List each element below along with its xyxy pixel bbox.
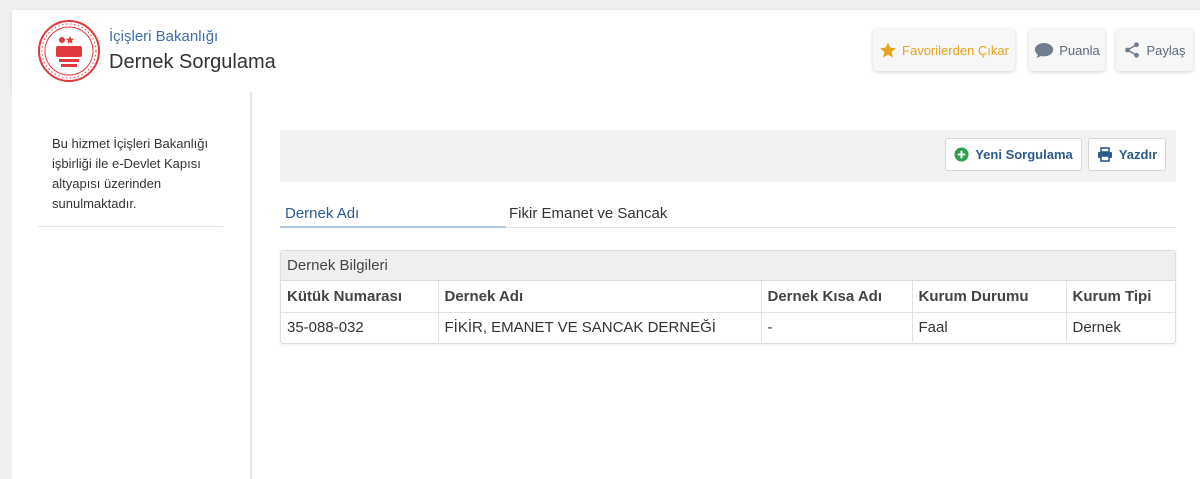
query-field-label-underline [280, 226, 506, 228]
remove-favorite-label: Favorilerden Çıkar [902, 42, 1009, 58]
query-field-label: Dernek Adı [285, 205, 360, 222]
column-header-short-name: Dernek Kısa Adı [761, 281, 913, 313]
share-button[interactable]: Paylaş [1116, 29, 1193, 71]
table-row: 35-088-032 FİKİR, EMANET VE SANCAK DERNE… [281, 312, 1175, 342]
ministry-logo [37, 19, 101, 83]
star-icon [880, 42, 896, 58]
cell-registry-number: 35-088-032 [281, 312, 439, 342]
column-header-registry-number: Kütük Numarası [281, 281, 439, 313]
cell-association-name: FİKİR, EMANET VE SANCAK DERNEĞİ [438, 312, 762, 342]
print-label: Yazdır [1118, 147, 1158, 162]
speech-bubble-icon [1035, 42, 1054, 58]
page: İçişleri Bakanlığı Dernek Sorgulama Favo… [12, 10, 1200, 479]
remove-favorite-button[interactable]: Favorilerden Çıkar [873, 29, 1015, 71]
results-caption: Dernek Bilgileri [281, 251, 1175, 281]
action-toolbar: Yeni Sorgulama Yazdır [280, 130, 1176, 182]
rate-button[interactable]: Puanla [1029, 29, 1105, 71]
column-header-status: Kurum Durumu [912, 281, 1067, 313]
print-button[interactable]: Yazdır [1088, 138, 1166, 171]
share-icon [1125, 42, 1140, 58]
page-title: Dernek Sorgulama [109, 51, 276, 73]
cell-type: Dernek [1072, 318, 1121, 336]
new-query-label: Yeni Sorgulama [975, 147, 1073, 162]
printer-icon [1097, 147, 1112, 162]
results-panel: Dernek Bilgileri Kütük Numarası Dernek A… [280, 250, 1176, 344]
share-label: Paylaş [1146, 42, 1186, 58]
sidebar: Bu hizmet İçişleri Bakanlığı işbirliği i… [12, 92, 250, 479]
query-field-value: Fikir Emanet ve Sancak [509, 205, 668, 222]
query-field-value-underline [506, 227, 1176, 228]
column-header-type: Kurum Tipi [1066, 281, 1175, 313]
sidebar-divider [38, 226, 223, 227]
plus-circle-icon [954, 147, 969, 162]
service-provider-note: Bu hizmet İçişleri Bakanlığı işbirliği i… [52, 136, 209, 211]
table-header-row: Kütük Numarası Dernek Adı Dernek Kısa Ad… [281, 281, 1175, 313]
main-content: Yeni Sorgulama Yazdır Dernek Adı Fikir E… [252, 92, 1200, 479]
cell-short-name: - [761, 312, 913, 342]
results-table: Kütük Numarası Dernek Adı Dernek Kısa Ad… [281, 281, 1175, 342]
column-header-association-name: Dernek Adı [438, 281, 762, 313]
cell-status: Faal [912, 312, 1067, 342]
new-query-button[interactable]: Yeni Sorgulama [945, 138, 1082, 171]
page-header: İçişleri Bakanlığı Dernek Sorgulama Favo… [12, 10, 1200, 92]
rate-label: Puanla [1059, 42, 1100, 58]
agency-name[interactable]: İçişleri Bakanlığı [109, 28, 218, 45]
